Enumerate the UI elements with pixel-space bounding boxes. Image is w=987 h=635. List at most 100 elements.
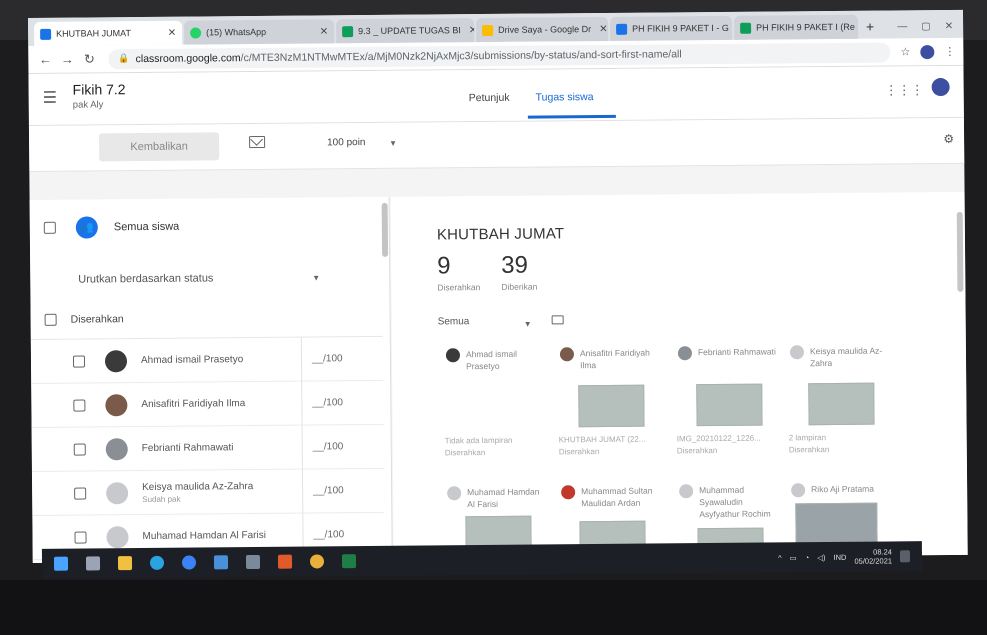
- all-students-row[interactable]: 👥 Semua siswa: [30, 205, 382, 248]
- attachment-thumbnail[interactable]: [795, 502, 878, 546]
- store-icon[interactable]: [213, 555, 229, 570]
- return-button[interactable]: Kembalikan: [99, 132, 220, 162]
- card-student-name: Riko Aji Pratama: [811, 483, 875, 495]
- profile-avatar[interactable]: [920, 44, 935, 59]
- submission-card[interactable]: Febrianti Rahmawati IMG_20210122_1226...…: [676, 343, 777, 464]
- student-checkbox[interactable]: [73, 443, 86, 456]
- chevron-up-icon[interactable]: ^: [778, 553, 782, 562]
- submission-card[interactable]: Anisafitri Faridiyah Ilma KHUTBAH JUMAT …: [558, 345, 659, 466]
- submission-card[interactable]: Ahmad ismail Prasetyo Tidak ada lampiran…: [444, 346, 545, 467]
- more-menu-icon[interactable]: ⋮: [944, 45, 955, 58]
- avatar: [789, 345, 805, 360]
- tab-instructions[interactable]: Petunjuk: [469, 92, 510, 104]
- browser-tab[interactable]: PH FIKIH 9 PAKET I (Re ✕: [734, 14, 859, 40]
- new-tab-button[interactable]: +: [860, 15, 880, 39]
- maps-icon[interactable]: [181, 555, 197, 570]
- office-icon[interactable]: [277, 554, 293, 569]
- student-checkbox[interactable]: [74, 531, 87, 544]
- close-tab-icon[interactable]: ✕: [461, 25, 474, 36]
- drive-icon: [482, 24, 494, 36]
- email-icon[interactable]: [249, 135, 266, 149]
- attachment-thumbnail[interactable]: [696, 383, 763, 427]
- star-icon[interactable]: ☆: [900, 45, 910, 58]
- turned-in-stat: 9 Diserahkan: [437, 252, 480, 292]
- folder-icon[interactable]: [551, 315, 564, 325]
- browser-tab[interactable]: 9.3 _ UPDATE TUGAS BI ✕: [336, 18, 475, 44]
- camera-icon[interactable]: [245, 554, 261, 570]
- sort-dropdown[interactable]: Urutkan berdasarkan status ▼: [30, 257, 382, 300]
- menu-icon[interactable]: ☰: [43, 88, 58, 108]
- tab-student-work[interactable]: Tugas siswa: [536, 91, 594, 104]
- student-row[interactable]: Keisya maulida Az-Zahra Sudah pak __/100: [31, 468, 385, 516]
- chrome-icon[interactable]: [309, 554, 325, 569]
- sort-label: Urutkan berdasarkan status: [78, 272, 214, 286]
- chevron-down-icon[interactable]: ▼: [389, 139, 397, 148]
- close-tab-icon[interactable]: ✕: [591, 23, 607, 34]
- network-icon[interactable]: ◔: [805, 553, 810, 562]
- card-student-name: Keisya maulida Az-Zahra: [809, 345, 883, 369]
- notifications-icon[interactable]: [899, 550, 911, 563]
- turned-in-count: 9: [437, 252, 451, 280]
- card-student-name: Febrianti Rahmawati: [697, 346, 776, 358]
- windows-start-icon[interactable]: [53, 556, 69, 571]
- student-name: Febrianti Rahmawati: [141, 442, 234, 455]
- edge-icon[interactable]: [149, 555, 165, 570]
- student-checkbox[interactable]: [72, 355, 86, 368]
- language-indicator[interactable]: IND: [833, 552, 846, 561]
- browser-tab[interactable]: KHUTBAH JUMAT ✕: [34, 20, 183, 46]
- grade-input[interactable]: __/100: [301, 380, 344, 426]
- attachment-thumbnail[interactable]: [808, 382, 875, 426]
- browser-tab[interactable]: Drive Saya - Google Dr ✕: [476, 16, 609, 43]
- browser-tab[interactable]: PH FIKIH 9 PAKET I - G ✕: [610, 15, 733, 41]
- url-field[interactable]: 🔒 classroom.google.com/c/MTE3NzM1NTMwMTE…: [108, 41, 891, 69]
- close-tab-icon[interactable]: ✕: [855, 21, 858, 32]
- scrollbar[interactable]: [381, 202, 389, 257]
- attachment-thumbnail[interactable]: [578, 384, 645, 428]
- chevron-down-icon[interactable]: ▼: [312, 273, 320, 282]
- scrollbar[interactable]: [956, 211, 964, 292]
- battery-icon[interactable]: ▭: [790, 553, 797, 562]
- back-icon[interactable]: ←: [36, 52, 54, 67]
- gear-icon[interactable]: ⚙: [943, 132, 954, 146]
- minimize-icon[interactable]: —: [897, 21, 907, 32]
- student-row[interactable]: Ahmad ismail Prasetyo __/100: [30, 336, 384, 384]
- select-all-checkbox[interactable]: [43, 221, 56, 234]
- user-avatar[interactable]: [931, 77, 950, 97]
- card-status: Diserahkan: [558, 447, 600, 457]
- close-tab-icon[interactable]: ✕: [160, 27, 176, 38]
- grade-input[interactable]: __/100: [300, 336, 343, 382]
- points-select[interactable]: 100 poin: [327, 137, 365, 148]
- student-name: Ahmad ismail Prasetyo: [140, 354, 244, 367]
- laptop-bezel-bottom: [0, 580, 987, 635]
- forward-icon[interactable]: →: [58, 52, 76, 67]
- student-list-panel: 👥 Semua siswa Urutkan berdasarkan status…: [29, 196, 393, 563]
- filter-select[interactable]: Semua: [438, 316, 470, 327]
- grade-input[interactable]: __/100: [301, 424, 344, 470]
- chevron-down-icon[interactable]: ▼: [524, 320, 532, 329]
- grade-input[interactable]: __/100: [301, 468, 344, 514]
- class-name[interactable]: Fikih 7.2: [73, 81, 126, 97]
- system-tray: ^ ▭ ◔ ◁) IND 08.24 05/02/2021: [778, 547, 922, 566]
- student-checkbox[interactable]: [73, 399, 86, 412]
- reload-icon[interactable]: ↻: [80, 51, 98, 67]
- maximize-icon[interactable]: ▢: [921, 21, 931, 32]
- browser-tab[interactable]: (15) WhatsApp ✕: [184, 19, 335, 45]
- apps-grid-icon[interactable]: ⋮⋮⋮: [885, 82, 924, 98]
- card-attachment: IMG_20210122_1226...: [676, 433, 761, 444]
- card-status: Diserahkan: [444, 448, 486, 458]
- file-explorer-icon[interactable]: [117, 556, 133, 571]
- submission-card[interactable]: Keisya maulida Az-Zahra 2 lampiran Diser…: [788, 343, 889, 464]
- volume-icon[interactable]: ◁): [817, 553, 825, 562]
- student-checkbox[interactable]: [74, 487, 87, 500]
- close-window-icon[interactable]: ✕: [945, 21, 953, 32]
- student-row[interactable]: Febrianti Rahmawati __/100: [31, 424, 384, 472]
- card-attachment: KHUTBAH JUMAT (22...: [558, 434, 646, 445]
- task-view-icon[interactable]: [85, 556, 101, 571]
- avatar: [106, 481, 129, 504]
- student-row[interactable]: Anisafitri Faridiyah Ilma __/100: [31, 380, 384, 428]
- section-checkbox[interactable]: [44, 313, 57, 326]
- clock[interactable]: 08.24 05/02/2021: [854, 547, 892, 565]
- close-tab-icon[interactable]: ✕: [312, 26, 328, 37]
- close-tab-icon[interactable]: ✕: [729, 22, 732, 33]
- excel-icon[interactable]: [341, 554, 357, 569]
